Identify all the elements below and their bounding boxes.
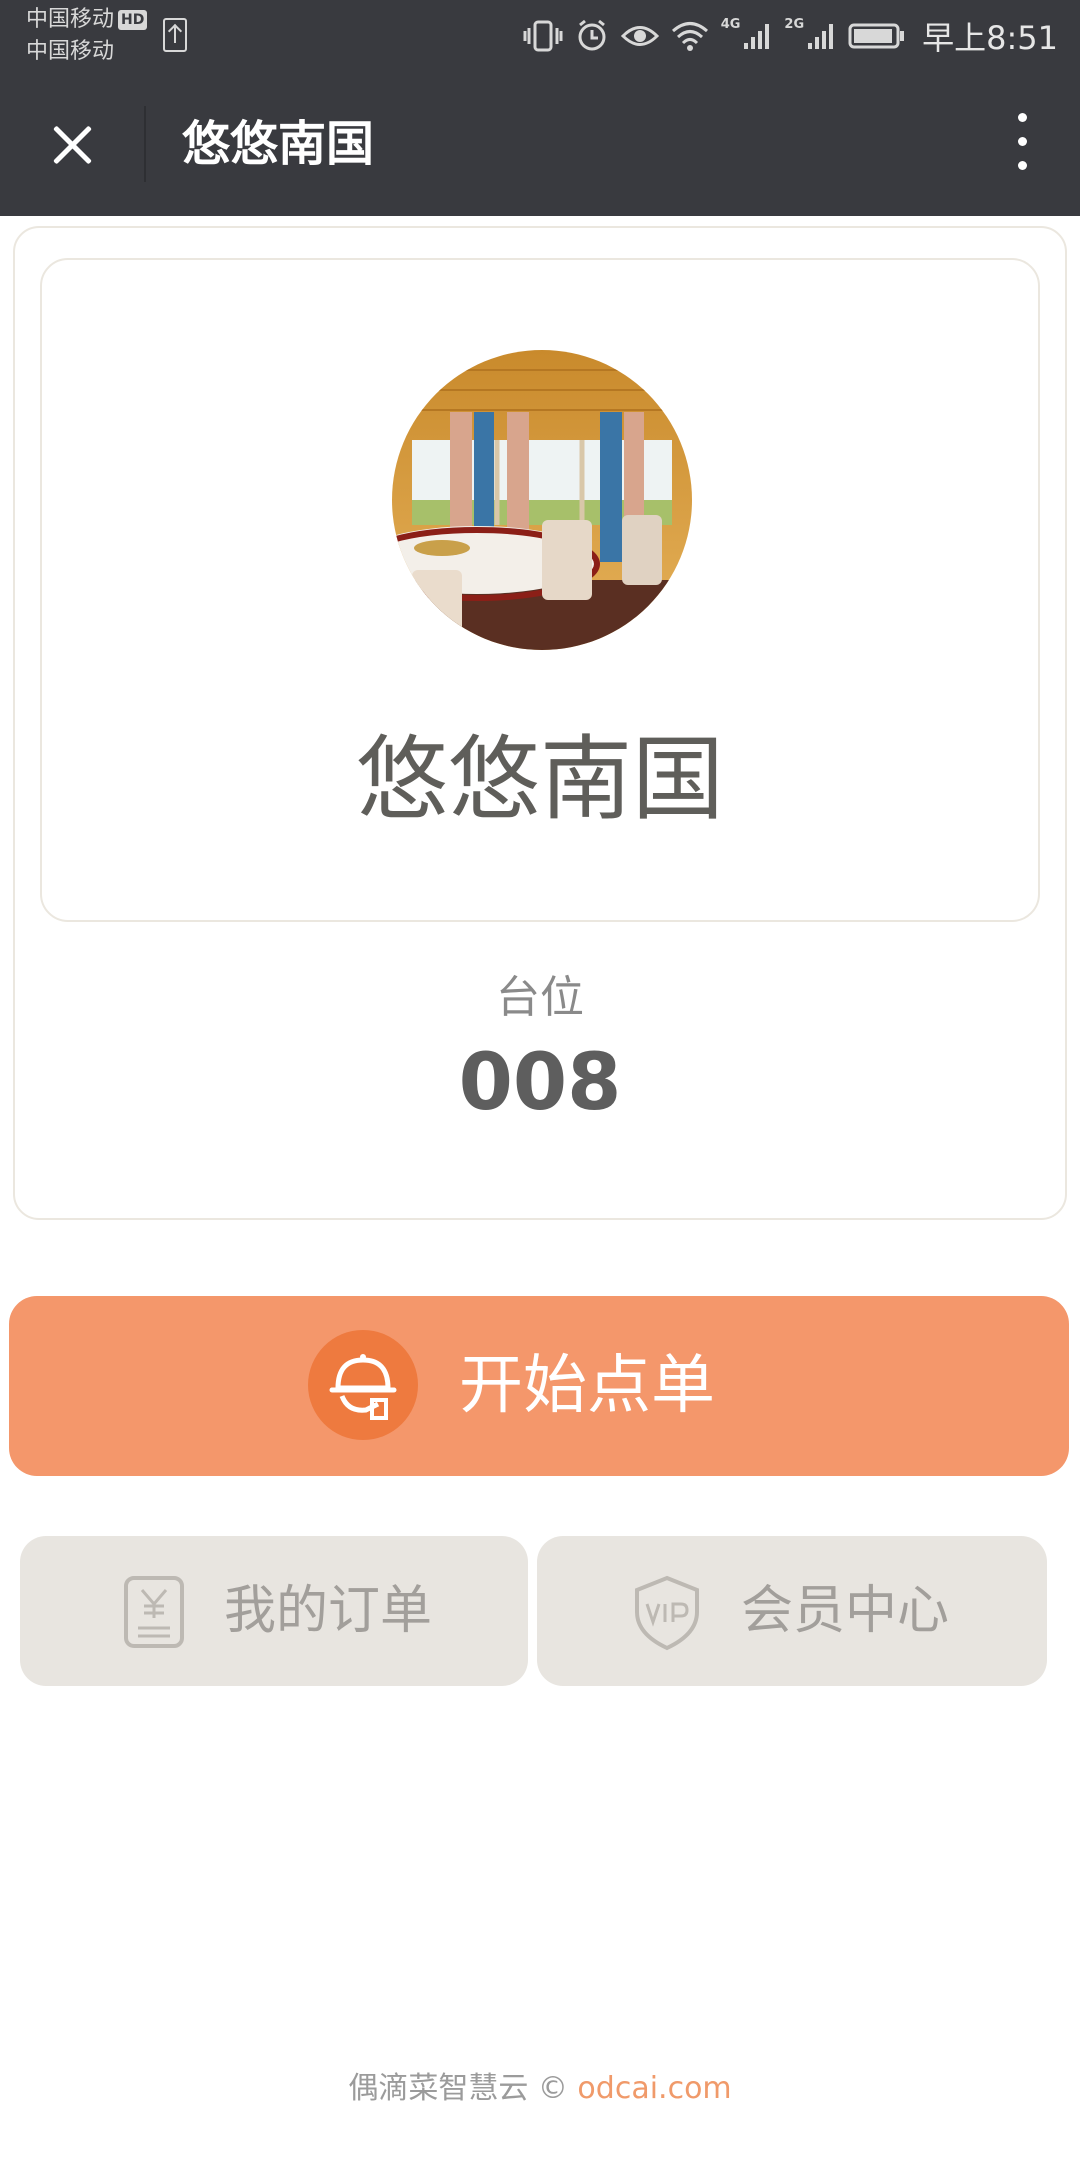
footer: 偶滴菜智慧云 © odcai.com bbox=[0, 2064, 1080, 2114]
vibrate-icon bbox=[523, 20, 563, 52]
network-label-1: 4G bbox=[720, 16, 741, 32]
upload-icon bbox=[163, 18, 187, 52]
table-number: 008 bbox=[458, 1038, 622, 1128]
close-button[interactable] bbox=[28, 100, 116, 188]
clock: 早上8:51 bbox=[922, 19, 1058, 57]
network-label-2: 2G bbox=[784, 16, 805, 32]
my-orders-button[interactable]: 我的订单 bbox=[20, 1536, 528, 1686]
carrier-1: 中国移动 bbox=[26, 7, 115, 32]
signal-icon-2 bbox=[808, 24, 834, 49]
title-bar: 悠悠南国 bbox=[0, 72, 1080, 216]
more-dot-icon bbox=[1017, 113, 1027, 122]
member-center-label: 会员中心 bbox=[741, 1581, 950, 1641]
member-center-button[interactable]: 会员中心 bbox=[537, 1536, 1047, 1686]
start-order-button[interactable]: 开始点单 bbox=[9, 1296, 1069, 1476]
receipt-icon bbox=[114, 1572, 194, 1652]
table-label: 台位 bbox=[496, 972, 584, 1023]
carrier-2: 中国移动 bbox=[26, 39, 115, 64]
title-divider bbox=[144, 106, 146, 182]
footer-link[interactable]: odcai.com bbox=[577, 2071, 731, 2106]
start-order-label: 开始点单 bbox=[459, 1349, 715, 1423]
wifi-icon bbox=[671, 22, 708, 51]
store-name: 悠悠南国 bbox=[355, 726, 724, 833]
hd-badge: HD bbox=[118, 10, 148, 30]
more-dot-icon bbox=[1017, 161, 1027, 170]
vip-shield-icon bbox=[627, 1572, 707, 1652]
signal-icon-1 bbox=[744, 24, 770, 49]
status-icons: 4G 2G 早上8:51 bbox=[523, 12, 1058, 60]
more-dot-icon bbox=[1017, 137, 1027, 146]
eye-comfort-icon bbox=[620, 26, 659, 46]
battery-icon bbox=[848, 23, 905, 49]
footer-text: 偶滴菜智慧云 © bbox=[348, 2071, 578, 2106]
my-orders-label: 我的订单 bbox=[224, 1581, 433, 1641]
more-menu-button[interactable] bbox=[1010, 108, 1034, 180]
alarm-icon bbox=[578, 19, 606, 51]
carrier-info: 中国移动 HD 中国移动 bbox=[26, 4, 148, 68]
page-title: 悠悠南国 bbox=[182, 116, 375, 172]
waiter-bell-icon bbox=[308, 1330, 418, 1440]
store-photo bbox=[392, 350, 692, 650]
status-bar: 中国移动 HD 中国移动 4G 2G 早上8:51 bbox=[0, 0, 1080, 72]
